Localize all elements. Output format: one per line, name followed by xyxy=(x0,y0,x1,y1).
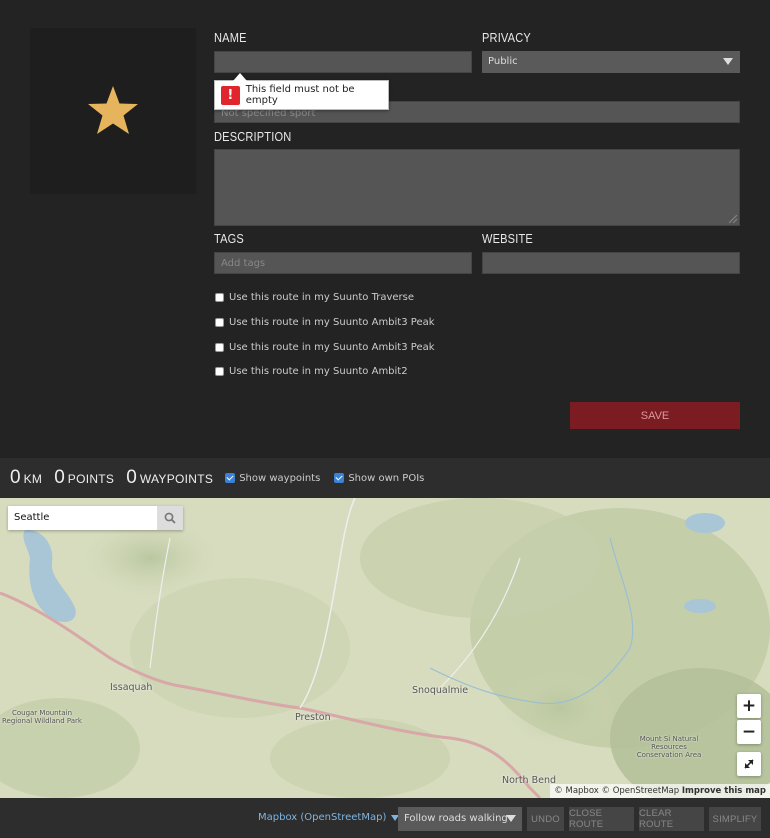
map-search-input[interactable]: Seattle xyxy=(8,506,157,530)
show-waypoints-checkbox[interactable] xyxy=(225,473,236,483)
map-attribution: © Mapbox © OpenStreetMap Improve this ma… xyxy=(550,784,770,798)
map-search[interactable]: Seattle xyxy=(8,506,183,530)
route-details-form: NAME PRIVACY Public Not specified sport … xyxy=(0,0,770,458)
privacy-label: PRIVACY xyxy=(482,30,531,45)
improve-map-link[interactable]: Improve this map xyxy=(682,786,766,796)
points-value: 0 xyxy=(54,467,65,488)
checkbox-row[interactable]: Use this route in my Suunto Ambit2 xyxy=(215,366,408,377)
routing-mode-value: Follow roads walking xyxy=(404,813,508,824)
resize-handle-icon[interactable] xyxy=(729,215,737,223)
map-label-issaquah: Issaquah xyxy=(110,682,153,693)
description-textarea[interactable] xyxy=(214,149,740,226)
distance-stat: 0 KM xyxy=(10,467,42,489)
map-source-selector[interactable]: Mapbox (OpenStreetMap) xyxy=(258,812,400,823)
show-waypoints-toggle[interactable]: Show waypoints xyxy=(225,473,320,484)
checkbox-label: Use this route in my Suunto Ambit3 Peak xyxy=(229,342,435,353)
zoom-in-button[interactable]: + xyxy=(737,694,761,718)
show-pois-toggle[interactable]: Show own POIs xyxy=(334,473,424,484)
privacy-select[interactable]: Public xyxy=(482,51,740,73)
checkbox-row[interactable]: Use this route in my Suunto Traverse xyxy=(215,292,414,303)
routing-mode-select[interactable]: Follow roads walking xyxy=(398,807,522,831)
name-input[interactable] xyxy=(214,51,472,73)
checkbox-label: Use this route in my Suunto Ambit2 xyxy=(229,366,408,377)
route-stats-bar: 0 KM 0 POINTS 0 WAYPOINTS Show waypoints… xyxy=(0,458,770,498)
fullscreen-button[interactable] xyxy=(737,752,761,776)
clear-route-button[interactable]: CLEAR ROUTE xyxy=(639,807,704,831)
route-thumbnail[interactable] xyxy=(30,28,196,194)
checkbox-row[interactable]: Use this route in my Suunto Ambit3 Peak xyxy=(215,317,435,328)
checkbox-label: Use this route in my Suunto Ambit3 Peak xyxy=(229,317,435,328)
undo-button[interactable]: UNDO xyxy=(527,807,564,831)
waypoints-unit: WAYPOINTS xyxy=(139,472,214,486)
map-label-snoqualmie: Snoqualmie xyxy=(412,685,469,696)
points-stat: 0 POINTS xyxy=(54,467,114,489)
tags-label: TAGS xyxy=(214,231,244,246)
chevron-down-icon xyxy=(723,58,733,65)
route-toolbar: Mapbox (OpenStreetMap) Follow roads walk… xyxy=(0,798,770,838)
name-label: NAME xyxy=(214,30,247,45)
expand-icon xyxy=(744,759,754,769)
waypoints-value: 0 xyxy=(126,467,137,488)
show-waypoints-label: Show waypoints xyxy=(239,472,321,484)
simplify-button[interactable]: SIMPLIFY xyxy=(709,807,761,831)
map-label-north-bend: North Bend xyxy=(502,775,557,786)
search-icon xyxy=(164,512,176,524)
checkbox[interactable] xyxy=(215,293,224,302)
checkbox-row[interactable]: Use this route in my Suunto Ambit3 Peak xyxy=(215,342,435,353)
checkbox[interactable] xyxy=(215,343,224,352)
distance-value: 0 xyxy=(10,467,21,488)
checkbox-label: Use this route in my Suunto Traverse xyxy=(229,292,415,303)
waypoints-stat: 0 WAYPOINTS xyxy=(126,467,213,489)
close-route-button[interactable]: CLOSE ROUTE xyxy=(569,807,634,831)
checkbox[interactable] xyxy=(215,318,224,327)
validation-message: This field must not be empty xyxy=(245,84,355,106)
description-label: DESCRIPTION xyxy=(214,129,292,144)
distance-unit: KM xyxy=(23,472,43,486)
map-search-button[interactable] xyxy=(157,506,183,530)
route-map[interactable]: Issaquah Preston Snoqualmie North Bend C… xyxy=(0,498,770,798)
chevron-down-icon xyxy=(506,815,516,822)
map-label-mount-si: Mount Si Natural Resources Conservation … xyxy=(636,735,702,759)
privacy-selected-value: Public xyxy=(488,56,518,67)
points-unit: POINTS xyxy=(67,472,115,486)
website-input[interactable] xyxy=(482,252,740,274)
website-label: WEBSITE xyxy=(482,231,533,246)
checkbox[interactable] xyxy=(215,367,224,376)
show-pois-checkbox[interactable] xyxy=(334,473,345,483)
save-button[interactable]: SAVE xyxy=(570,402,740,429)
validation-tooltip: ! This field must not be empty xyxy=(214,73,389,110)
tags-input[interactable]: Add tags xyxy=(214,252,472,274)
map-source-label: Mapbox (OpenStreetMap) xyxy=(258,812,387,823)
map-label-cougar-mountain: Cougar Mountain Regional Wildland Park xyxy=(2,709,82,725)
star-icon xyxy=(88,86,138,134)
attribution-text: © Mapbox © OpenStreetMap xyxy=(554,786,680,796)
map-label-preston: Preston xyxy=(295,712,331,723)
show-pois-label: Show own POIs xyxy=(348,472,425,484)
zoom-out-button[interactable]: − xyxy=(737,720,761,744)
error-icon: ! xyxy=(221,85,240,105)
